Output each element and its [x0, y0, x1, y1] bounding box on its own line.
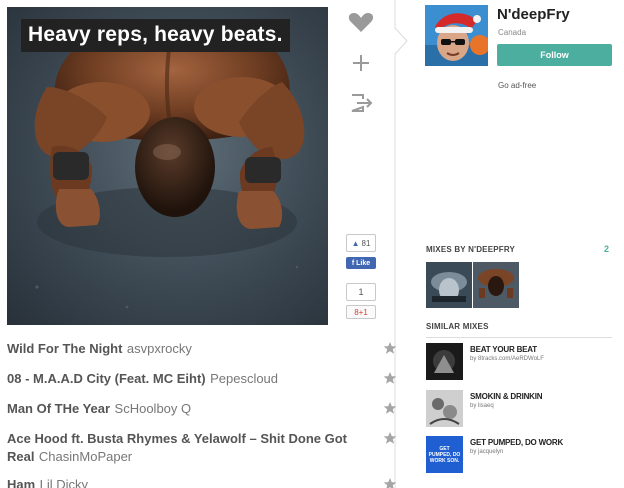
go-adfree-link[interactable]: Go ad-free [498, 81, 536, 90]
section-divider [426, 337, 612, 338]
mix-cover-art[interactable]: Heavy reps, heavy beats. [7, 7, 328, 325]
similar-mix-author[interactable]: by lisaeq [470, 403, 494, 409]
track-row[interactable]: Man Of THe Year ScHoolboy Q [7, 400, 397, 418]
mixes-by-count[interactable]: 2 [604, 244, 609, 254]
similar-mix-item[interactable]: SMOKIN & DRINKIN by lisaeq [426, 390, 616, 428]
track-title: Man Of THe Year [7, 401, 111, 416]
track-row[interactable]: 08 - M.A.A.D City (Feat. MC Eiht) Pepesc… [7, 370, 397, 388]
mix-thumbnail[interactable] [426, 262, 472, 308]
profile-name[interactable]: N'deepFry [497, 6, 570, 23]
track-title: Ham [7, 477, 36, 488]
similar-mix-thumbnail[interactable]: GET PUMPED, DO WORK SON. [426, 436, 463, 473]
similar-mix-item[interactable]: GET PUMPED, DO WORK SON. GET PUMPED, DO … [426, 436, 616, 474]
similar-mix-thumbnail[interactable] [426, 390, 463, 427]
avatar[interactable] [425, 5, 488, 66]
facebook-like-count: ▲ 81 [346, 234, 376, 252]
facebook-widget: ▲ 81 f Like [346, 234, 376, 269]
track-artist[interactable]: ScHoolboy Q [115, 401, 192, 416]
track-artist[interactable]: ChasinMoPaper [39, 449, 132, 464]
mixes-by-heading: MIXES BY N'DEEPFRY [426, 245, 516, 254]
similar-mixes-heading: SIMILAR MIXES [426, 322, 489, 331]
track-row[interactable]: Ham Lil Dicky [7, 476, 397, 488]
follow-button[interactable]: Follow [497, 44, 612, 66]
similar-mix-author[interactable]: by 8tracks.com/AeRDWoLF [470, 356, 544, 362]
gplus-button[interactable]: 8+1 [346, 305, 376, 319]
star-icon[interactable] [383, 371, 397, 385]
track-row[interactable]: Wild For The Night asvpxrocky [7, 340, 397, 358]
star-icon[interactable] [383, 401, 397, 415]
track-artist[interactable]: Pepescloud [210, 371, 278, 386]
similar-mix-title[interactable]: GET PUMPED, DO WORK [470, 438, 563, 447]
similar-mix-title[interactable]: SMOKIN & DRINKIN [470, 392, 543, 401]
heart-icon[interactable] [345, 10, 377, 36]
track-row[interactable]: Ace Hood ft. Busta Rhymes & Yelawolf – S… [7, 430, 397, 466]
thumbs-up-icon: ▲ [351, 238, 360, 248]
star-icon[interactable] [383, 431, 397, 445]
cover-caption: Heavy reps, heavy beats. [21, 19, 290, 52]
similar-mix-author[interactable]: by jacquelyn [470, 449, 503, 455]
gplus-count: 1 [346, 283, 376, 301]
mix-actions [345, 10, 377, 130]
facebook-icon: f [351, 259, 355, 267]
track-artist[interactable]: Lil Dicky [40, 477, 88, 488]
share-icon[interactable] [345, 90, 377, 116]
star-icon[interactable] [383, 477, 397, 488]
plus-icon[interactable] [345, 50, 377, 76]
pushup-photo [34, 22, 305, 309]
track-title: Wild For The Night [7, 341, 123, 356]
similar-mix-item[interactable]: BEAT YOUR BEAT by 8tracks.com/AeRDWoLF [426, 343, 616, 381]
track-artist[interactable]: asvpxrocky [127, 341, 192, 356]
similar-mix-title[interactable]: BEAT YOUR BEAT [470, 345, 537, 354]
profile-location: Canada [498, 28, 527, 37]
gplus-widget: 1 8+1 [346, 283, 376, 319]
track-title: 08 - M.A.A.D City (Feat. MC Eiht) [7, 371, 206, 386]
similar-mix-thumbnail[interactable] [426, 343, 463, 380]
facebook-like-button[interactable]: f Like [346, 257, 376, 269]
mix-thumbnail[interactable] [473, 262, 519, 308]
star-icon[interactable] [383, 341, 397, 355]
tracklist: Wild For The Night asvpxrocky 08 - M.A.A… [7, 340, 397, 488]
